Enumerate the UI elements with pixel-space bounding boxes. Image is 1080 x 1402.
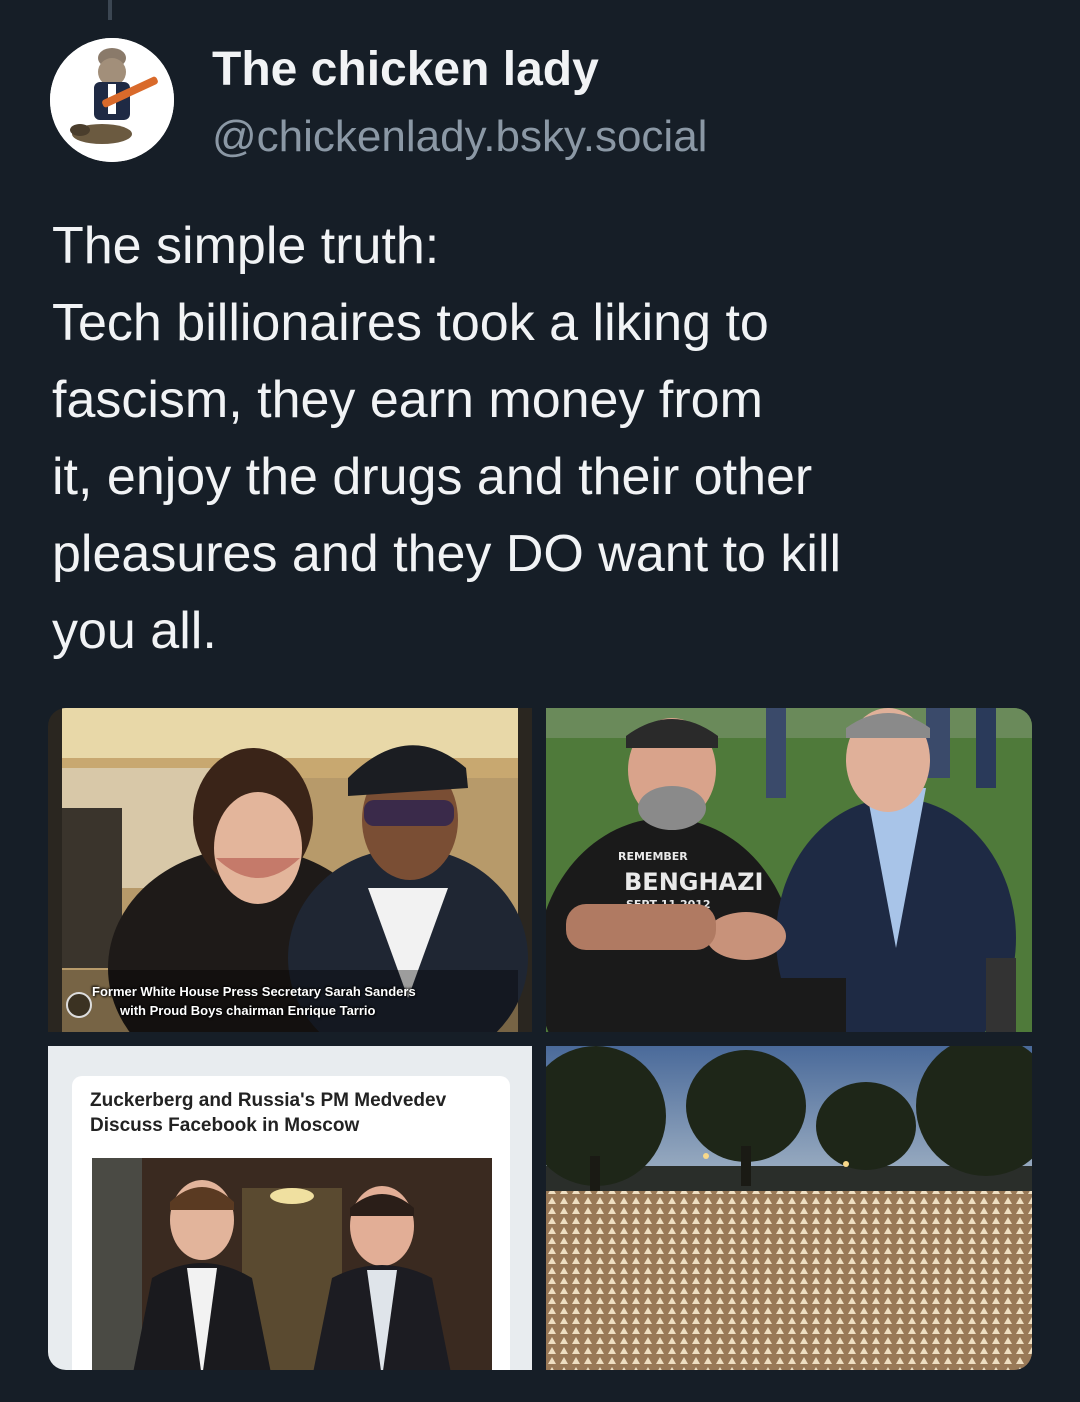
camera-icon <box>66 992 92 1018</box>
media-image-1[interactable]: Former White House Press Secretary Sarah… <box>48 708 532 1032</box>
post-line: Tech billionaires took a liking to <box>52 294 769 352</box>
chicken-avatar-icon <box>50 38 174 162</box>
post-line: The simple truth: <box>52 217 440 275</box>
media-image-4[interactable] <box>546 1046 1032 1370</box>
shirt-text-line: REMEMBER <box>618 850 688 863</box>
article-photo <box>92 1158 492 1370</box>
post-line: pleasures and they DO want to kill <box>52 525 842 583</box>
caption-line: with Proud Boys chairman Enrique Tarrio <box>120 1003 376 1018</box>
article-title-line: Zuckerberg and Russia's PM Medvedev <box>90 1090 447 1111</box>
caption-line: Former White House Press Secretary Sarah… <box>92 984 416 999</box>
author-handle[interactable]: @chickenlady.bsky.social <box>212 112 707 162</box>
image-1-caption: Former White House Press Secretary Sarah… <box>92 982 532 1020</box>
post-line: you all. <box>52 602 217 660</box>
post-line: it, enjoy the drugs and their other <box>52 448 813 506</box>
author-avatar[interactable] <box>50 38 174 162</box>
thread-connector-line <box>108 0 112 20</box>
media-image-2[interactable]: REMEMBER BENGHAZI SEPT 11 2012 <box>546 708 1032 1032</box>
media-grid: Former White House Press Secretary Sarah… <box>48 708 1032 1370</box>
article-title: Zuckerberg and Russia's PM Medvedev Disc… <box>90 1088 500 1138</box>
post-line: fascism, they earn money from <box>52 371 763 429</box>
post-body: The simple truth: Tech billionaires took… <box>52 208 1042 670</box>
author-display-name[interactable]: The chicken lady <box>212 42 599 97</box>
article-title-line: Discuss Facebook in Moscow <box>90 1115 360 1136</box>
media-image-3[interactable]: Zuckerberg and Russia's PM Medvedev Disc… <box>48 1046 532 1370</box>
shirt-text-line: BENGHAZI <box>624 868 763 896</box>
article-card: Zuckerberg and Russia's PM Medvedev Disc… <box>72 1076 510 1370</box>
